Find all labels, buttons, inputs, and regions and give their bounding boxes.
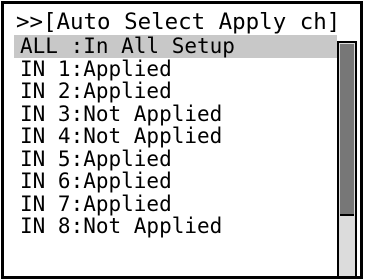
apply-channel-list: ALL :In All Setup IN 1:Applied IN 2:Appl…	[14, 35, 337, 238]
scrollbar-thumb[interactable]	[340, 44, 354, 216]
vertical-scrollbar[interactable]	[337, 41, 357, 276]
list-item-in-3[interactable]: IN 3:Not Applied	[14, 103, 337, 126]
list-item-in-5[interactable]: IN 5:Applied	[14, 148, 337, 171]
list-item-in-1[interactable]: IN 1:Applied	[14, 58, 337, 81]
list-item-in-8[interactable]: IN 8:Not Applied	[14, 215, 337, 238]
list-item-all[interactable]: ALL :In All Setup	[14, 35, 337, 58]
list-item-in-6[interactable]: IN 6:Applied	[14, 170, 337, 193]
auto-select-apply-panel: >>[Auto Select Apply ch] ALL :In All Set…	[1, 1, 363, 279]
panel-title: >>[Auto Select Apply ch]	[16, 10, 341, 35]
list-item-in-7[interactable]: IN 7:Applied	[14, 193, 337, 216]
list-item-in-2[interactable]: IN 2:Applied	[14, 80, 337, 103]
list-item-in-4[interactable]: IN 4:Not Applied	[14, 125, 337, 148]
